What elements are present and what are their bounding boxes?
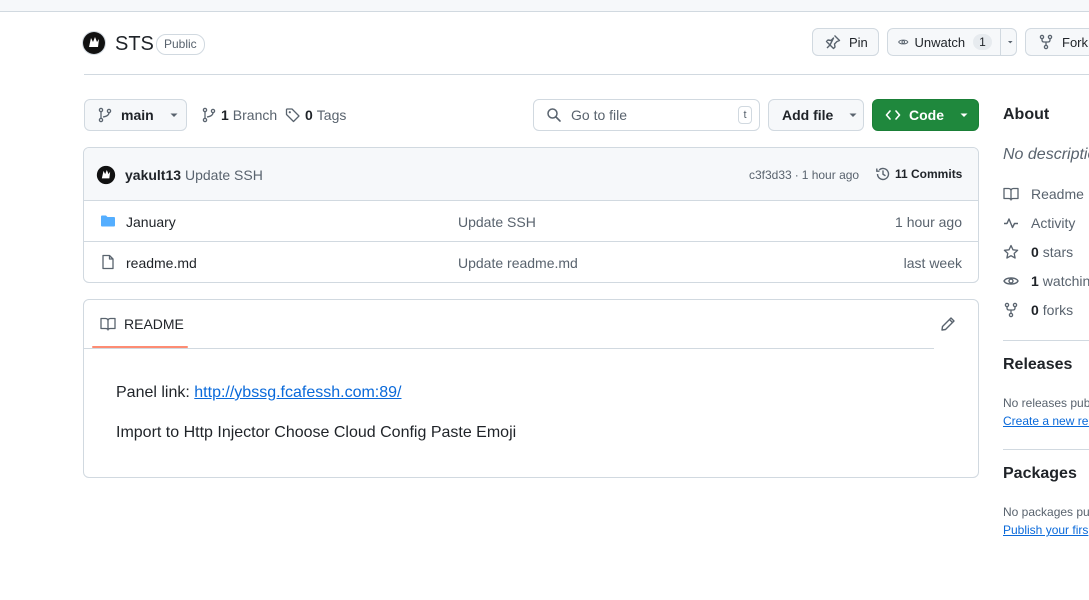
- history-icon: [876, 167, 890, 181]
- releases-empty-text: No releases pub: [1003, 396, 1089, 410]
- about-description: No descriptio: [1003, 146, 1089, 163]
- about-forks-link[interactable]: 0 forks: [1003, 302, 1073, 318]
- panel-link-label: Panel link:: [116, 384, 190, 401]
- readme-tab[interactable]: README: [100, 316, 184, 332]
- commit-hash[interactable]: c3f3d33: [749, 168, 792, 182]
- caret-down-icon: [170, 113, 178, 117]
- fork-label: Fork: [1062, 34, 1088, 50]
- caret-down-icon: [849, 113, 857, 117]
- readme-header-divider: [84, 348, 934, 349]
- file-icon: [100, 254, 116, 270]
- header-divider: [84, 74, 1089, 75]
- eye-icon: [898, 39, 909, 45]
- readme-panel-line: Panel link: http://ybssg.fcafessh.com:89…: [116, 384, 402, 402]
- commits-count: 11 Commits: [895, 167, 963, 181]
- code-label: Code: [909, 107, 944, 123]
- unwatch-button[interactable]: Unwatch 1: [887, 28, 1017, 56]
- stars-count: 0: [1031, 244, 1039, 260]
- forks-count: 0: [1031, 302, 1039, 318]
- fork-button[interactable]: Fork: [1025, 28, 1089, 56]
- folder-icon: [100, 213, 116, 229]
- commit-author-avatar[interactable]: [96, 165, 116, 185]
- tag-icon: [285, 108, 300, 123]
- search-icon: [547, 108, 561, 122]
- packages-heading[interactable]: Packages: [1003, 465, 1077, 483]
- file-name-january[interactable]: January: [126, 214, 176, 230]
- branches-label: Branch: [232, 107, 278, 123]
- unwatch-label: Unwatch: [914, 34, 966, 50]
- book-icon: [100, 317, 116, 331]
- about-readme-link[interactable]: Readme: [1003, 186, 1084, 202]
- about-stars-link[interactable]: 0 stars: [1003, 244, 1073, 260]
- pencil-icon[interactable]: [940, 316, 956, 332]
- sidebar-divider: [1003, 449, 1089, 450]
- repo-forked-icon: [1004, 302, 1018, 318]
- pulse-icon: [1004, 218, 1018, 229]
- stars-label: stars: [1042, 244, 1074, 260]
- pin-icon: [825, 35, 841, 50]
- button-divider: [999, 29, 1001, 55]
- row-divider: [84, 200, 978, 201]
- panel-link-url[interactable]: http://ybssg.fcafessh.com:89/: [194, 384, 401, 401]
- create-release-link[interactable]: Create a new rel: [1003, 414, 1089, 428]
- sidebar-divider: [1003, 340, 1089, 341]
- readme-tab-label: README: [124, 316, 184, 332]
- add-file-label: Add file: [782, 107, 834, 123]
- code-button[interactable]: Code: [872, 99, 979, 131]
- branch-selector[interactable]: main: [84, 99, 187, 131]
- visibility-badge: Public: [156, 34, 205, 55]
- file-commit-message[interactable]: Update readme.md: [458, 255, 578, 271]
- about-watching-link[interactable]: 1 watchin: [1003, 273, 1089, 289]
- tags-count: 0: [305, 107, 313, 123]
- branches-link[interactable]: 1 Branch: [201, 107, 277, 123]
- releases-heading[interactable]: Releases: [1003, 356, 1072, 374]
- go-to-file-placeholder: Go to file: [571, 107, 628, 123]
- browser-top-strip: [0, 0, 1089, 12]
- row-divider: [84, 241, 978, 242]
- add-file-button[interactable]: Add file: [768, 99, 864, 131]
- watch-count: 1: [973, 34, 992, 50]
- file-commit-time: last week: [903, 255, 962, 271]
- repo-name[interactable]: STS: [115, 33, 154, 56]
- activity-link-label: Activity: [1031, 215, 1076, 231]
- pin-button[interactable]: Pin: [812, 28, 879, 56]
- file-commit-time: 1 hour ago: [895, 214, 962, 230]
- star-icon: [1003, 244, 1019, 259]
- file-name-readme[interactable]: readme.md: [126, 255, 197, 271]
- commit-separator: ·: [794, 168, 799, 182]
- commit-meta: c3f3d33 · 1 hour ago: [749, 168, 859, 182]
- watching-count: 1: [1031, 273, 1039, 289]
- commit-message[interactable]: Update SSH: [185, 167, 263, 183]
- book-icon: [1003, 187, 1019, 201]
- pin-label: Pin: [849, 34, 868, 50]
- caret-down-icon[interactable]: [1005, 34, 1016, 50]
- publish-package-link[interactable]: Publish your firs: [1003, 523, 1088, 537]
- readme-instructions: Import to Http Injector Choose Cloud Con…: [116, 424, 517, 441]
- branches-count: 1: [221, 107, 229, 123]
- tags-link[interactable]: 0 Tags: [285, 107, 346, 123]
- shortcut-key: t: [738, 106, 752, 124]
- packages-empty-text: No packages pu: [1003, 505, 1089, 519]
- commits-link[interactable]: 11 Commits: [875, 166, 962, 182]
- commit-time: 1 hour ago: [801, 168, 860, 182]
- commit-author[interactable]: yakult13: [125, 167, 181, 183]
- caret-down-icon: [960, 113, 968, 117]
- branch-name: main: [121, 107, 154, 123]
- code-icon: [885, 110, 901, 120]
- git-branch-icon: [98, 107, 112, 123]
- tags-label: Tags: [316, 107, 347, 123]
- file-commit-message[interactable]: Update SSH: [458, 214, 536, 230]
- repo-forked-icon: [1039, 34, 1053, 50]
- repo-owner-avatar[interactable]: [82, 31, 106, 55]
- go-to-file-input[interactable]: Go to file t: [533, 99, 760, 131]
- readme-link-label: Readme: [1031, 186, 1084, 202]
- git-branch-icon: [202, 107, 216, 123]
- eye-icon: [1003, 277, 1019, 285]
- about-activity-link[interactable]: Activity: [1003, 215, 1075, 231]
- about-heading: About: [1003, 106, 1050, 123]
- forks-label: forks: [1042, 302, 1074, 318]
- watching-label: watchin: [1042, 273, 1089, 289]
